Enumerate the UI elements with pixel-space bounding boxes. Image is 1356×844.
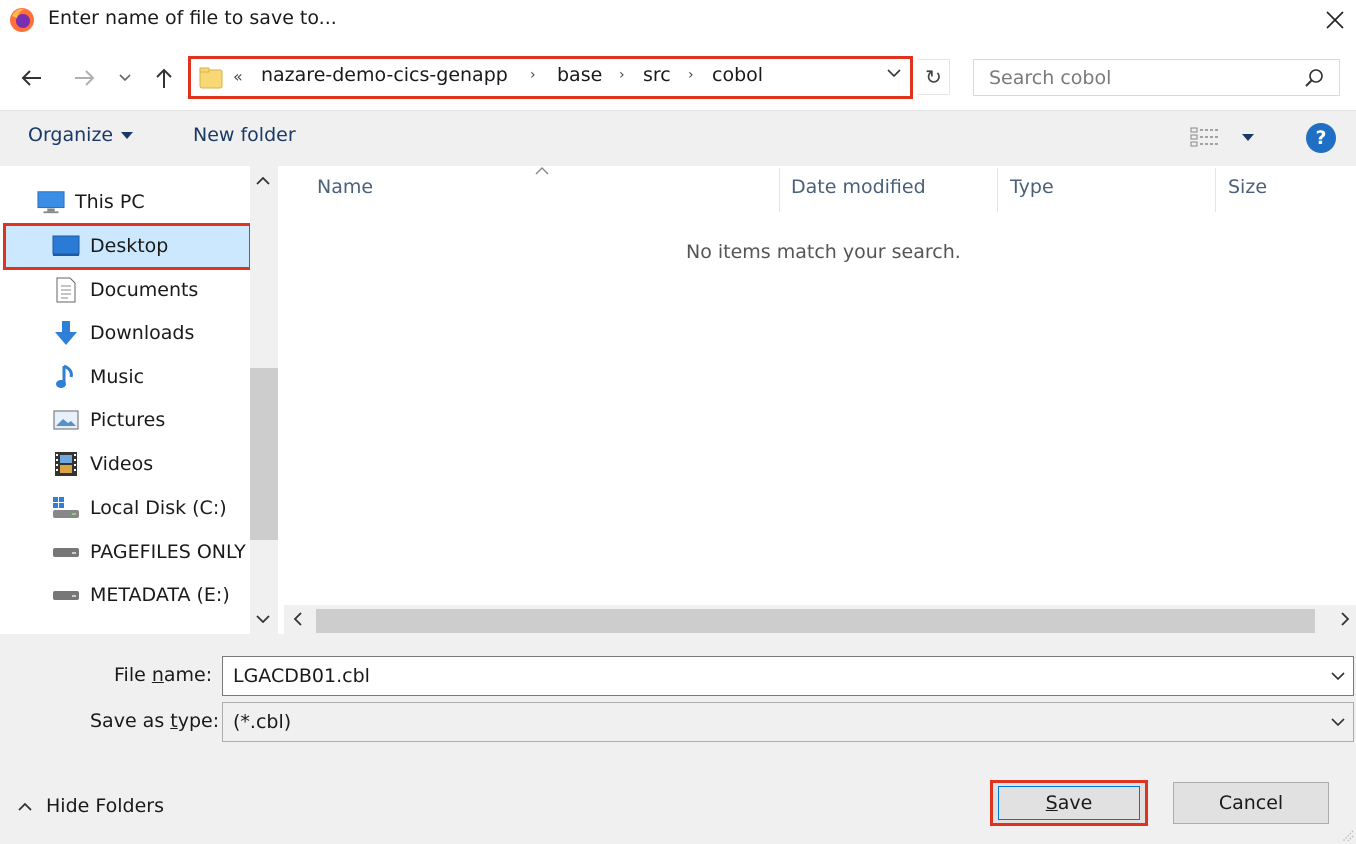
column-divider[interactable] — [779, 168, 780, 212]
breadcrumb-item[interactable]: base — [557, 64, 602, 86]
file-list-scrollbar-thumb[interactable] — [316, 609, 1315, 633]
firefox-icon — [8, 6, 36, 34]
folder-icon — [199, 67, 223, 89]
desktop-icon — [52, 232, 80, 260]
cancel-button[interactable]: Cancel — [1173, 782, 1329, 824]
save-button-focus: Save — [998, 786, 1140, 820]
up-button[interactable] — [148, 62, 180, 94]
address-dropdown-icon[interactable] — [887, 69, 901, 78]
file-name-value: LGACDB01.cbl — [233, 665, 370, 687]
search-placeholder: Search cobol — [989, 66, 1112, 89]
back-button[interactable] — [14, 62, 48, 94]
scroll-right-icon[interactable] — [1341, 612, 1350, 626]
scroll-up-icon[interactable] — [256, 176, 270, 185]
recent-locations-button[interactable] — [114, 62, 136, 94]
forward-arrow-icon — [75, 70, 95, 86]
empty-message: No items match your search. — [686, 241, 961, 263]
organize-label: Organize — [28, 124, 114, 146]
scroll-down-icon[interactable] — [256, 615, 270, 624]
change-view-button[interactable] — [1190, 126, 1254, 148]
nav-label: Desktop — [90, 235, 169, 257]
drive-icon — [52, 581, 80, 609]
save-as-type-label: Save as type: — [90, 710, 220, 732]
column-header-name[interactable]: Name — [317, 176, 373, 198]
nav-item-local-disk[interactable]: Local Disk (C:) — [52, 488, 227, 528]
file-name-field[interactable]: LGACDB01.cbl — [222, 656, 1354, 696]
hide-folders-label: Hide Folders — [46, 795, 164, 817]
chevron-down-icon — [119, 74, 131, 82]
nav-item-desktop[interactable]: Desktop — [52, 226, 168, 266]
column-header-type[interactable]: Type — [1010, 176, 1054, 198]
nav-label: Local Disk (C:) — [90, 497, 227, 519]
chevron-right-icon[interactable]: › — [530, 67, 536, 83]
resize-grip-icon[interactable] — [1340, 828, 1354, 842]
local-disk-icon — [52, 494, 80, 522]
help-icon[interactable]: ? — [1306, 123, 1336, 153]
music-icon — [52, 363, 80, 391]
chevron-right-icon[interactable]: › — [688, 67, 694, 83]
breadcrumb-item[interactable]: cobol — [712, 64, 763, 86]
nav-item-pagefiles[interactable]: PAGEFILES ONLY — [52, 532, 250, 572]
forward-button[interactable] — [68, 62, 102, 94]
dropdown-arrow-icon — [1242, 133, 1254, 141]
nav-item-videos[interactable]: Videos — [52, 444, 153, 484]
chevron-down-icon[interactable] — [1323, 717, 1353, 727]
column-divider[interactable] — [1215, 168, 1216, 212]
nav-label: Downloads — [90, 322, 195, 344]
nav-item-documents[interactable]: Documents — [52, 270, 198, 310]
breadcrumb-item[interactable]: nazare-demo-cics-genapp — [261, 64, 508, 86]
column-header-date-modified[interactable]: Date modified — [791, 176, 926, 198]
nav-label: Documents — [90, 279, 199, 301]
nav-label: This PC — [75, 191, 145, 213]
search-input[interactable]: Search cobol — [973, 59, 1340, 96]
close-icon — [1326, 11, 1344, 29]
nav-item-metadata[interactable]: METADATA (E:) — [52, 575, 230, 615]
nav-label: METADATA (E:) — [90, 584, 230, 606]
save-as-type-select[interactable]: (*.cbl) — [222, 702, 1354, 742]
nav-scrollbar-thumb[interactable] — [250, 368, 278, 540]
details-view-icon — [1190, 127, 1220, 147]
up-arrow-icon — [156, 68, 172, 88]
overflow-marker[interactable]: « — [233, 67, 243, 86]
chevron-up-icon — [18, 802, 32, 811]
nav-item-this-pc[interactable]: This PC — [37, 182, 145, 222]
close-button[interactable] — [1318, 3, 1352, 37]
window-title: Enter name of file to save to... — [48, 7, 337, 29]
nav-label: Music — [90, 366, 145, 388]
documents-icon — [52, 276, 80, 304]
refresh-icon: ↻ — [925, 65, 942, 89]
nav-item-music[interactable]: Music — [52, 357, 144, 397]
chevron-down-icon[interactable] — [1323, 671, 1353, 681]
nav-label: PAGEFILES ONLY — [90, 541, 246, 563]
column-header-size[interactable]: Size — [1228, 176, 1267, 198]
nav-label: Pictures — [90, 409, 166, 431]
drive-icon — [52, 538, 80, 566]
videos-icon — [52, 450, 80, 478]
chevron-right-icon[interactable]: › — [619, 67, 625, 83]
address-bar[interactable]: « nazare-demo-cics-genapp › base › src ›… — [188, 56, 913, 99]
hide-folders-button[interactable]: Hide Folders — [18, 795, 164, 817]
search-icon — [1305, 68, 1323, 87]
save-as-type-value: (*.cbl) — [233, 711, 292, 733]
breadcrumb-item[interactable]: src — [643, 64, 671, 86]
new-folder-button[interactable]: New folder — [193, 124, 296, 146]
downloads-icon — [52, 319, 80, 347]
dropdown-arrow-icon — [121, 131, 134, 139]
this-pc-icon — [37, 188, 65, 216]
save-button[interactable]: Save — [990, 780, 1148, 826]
pictures-icon — [52, 406, 80, 434]
sort-ascending-icon — [535, 166, 549, 175]
nav-item-downloads[interactable]: Downloads — [52, 313, 194, 353]
back-arrow-icon — [21, 70, 41, 86]
nav-label: Videos — [90, 453, 154, 475]
scroll-left-icon[interactable] — [293, 612, 302, 626]
column-divider[interactable] — [997, 168, 998, 212]
file-name-label: File name: — [114, 664, 213, 686]
organize-button[interactable]: Organize — [28, 124, 134, 146]
refresh-button[interactable]: ↻ — [918, 59, 950, 95]
nav-item-pictures[interactable]: Pictures — [52, 400, 165, 440]
